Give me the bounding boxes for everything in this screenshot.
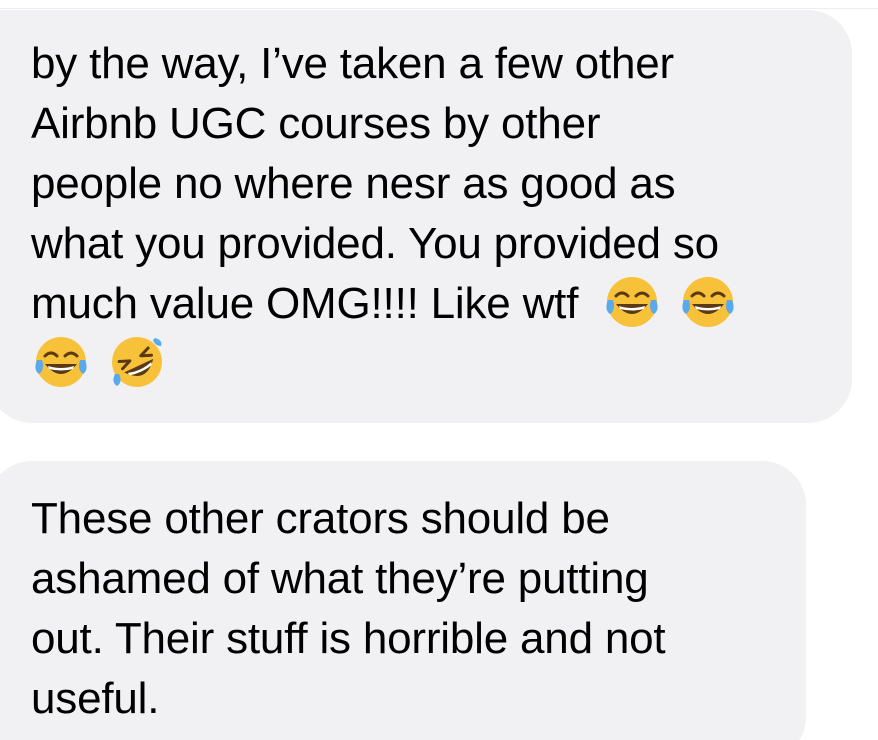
message-line-with-emoji: much value OMG!!!! Like wtf xyxy=(31,274,852,334)
message-line: what you provided. You provided so xyxy=(31,219,719,268)
message-line: useful. xyxy=(31,674,160,723)
message-bubble[interactable]: These other crators should be ashamed of… xyxy=(0,461,806,740)
message-bubble[interactable]: by the way, I’ve taken a few other Airbn… xyxy=(0,10,852,423)
message-line: Airbnb UGC courses by other xyxy=(31,99,601,148)
rolling-on-the-floor-laughing-icon xyxy=(109,334,165,390)
face-with-tears-of-joy-icon xyxy=(680,274,736,330)
message-line: people no where nesr as good as xyxy=(31,159,676,208)
message-line: by the way, I’ve taken a few other xyxy=(31,39,674,88)
divider xyxy=(0,8,878,9)
face-with-tears-of-joy-icon xyxy=(604,274,660,330)
chat-thread: by the way, I’ve taken a few other Airbn… xyxy=(0,0,878,740)
face-with-tears-of-joy-icon xyxy=(33,334,89,390)
message-line: These other crators should be xyxy=(31,494,610,543)
message-line: out. Their stuff is horrible and not xyxy=(31,614,666,663)
emoji-line xyxy=(31,334,852,394)
message-line: much value OMG!!!! Like wtf xyxy=(31,279,579,328)
message-line: ashamed of what they’re putting xyxy=(31,554,649,603)
